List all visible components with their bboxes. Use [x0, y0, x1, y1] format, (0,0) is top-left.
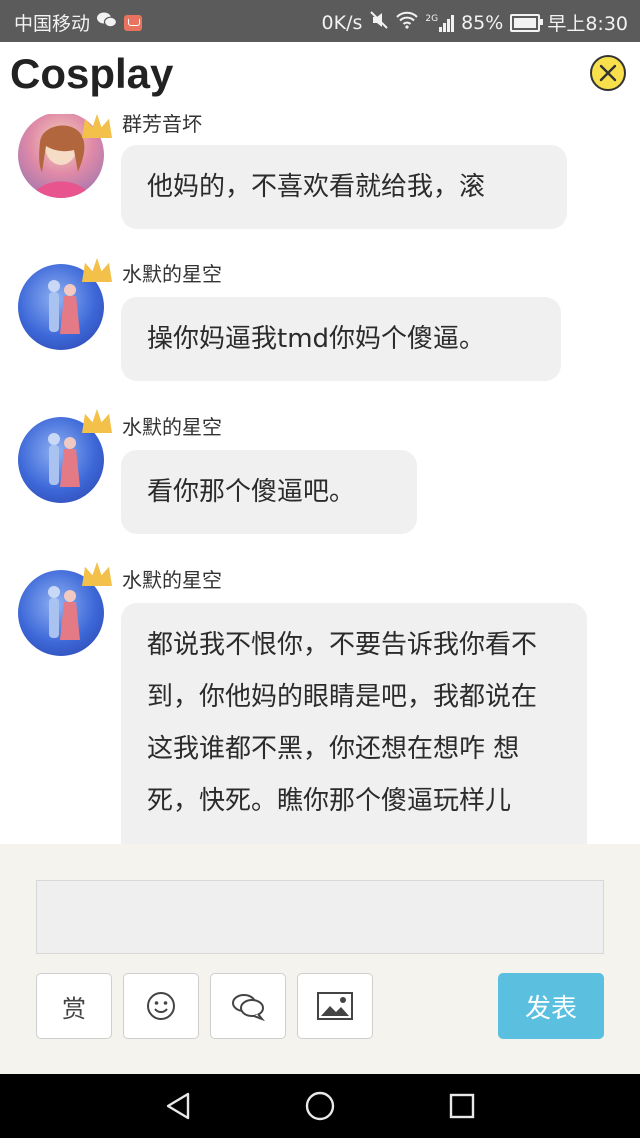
network-type-label: 2G: [425, 13, 439, 24]
battery-percent: 85%: [461, 11, 504, 34]
comment-input[interactable]: [36, 880, 604, 954]
wechat-icon: [96, 11, 118, 34]
emoji-button[interactable]: [123, 973, 199, 1039]
close-icon: [599, 64, 617, 82]
message-bubble: 他妈的，不喜欢看就给我，滚: [121, 145, 567, 229]
composer: 赏 发表: [0, 844, 640, 1074]
crown-icon: [82, 258, 112, 282]
battery-icon: [510, 13, 544, 32]
username[interactable]: 水默的星空: [122, 564, 222, 593]
notification-icon: [124, 14, 143, 31]
image-icon: [317, 992, 353, 1020]
status-bar: 中国移动 0K/s 2G 85% 早上8:30: [0, 0, 640, 42]
speed-label: 0K/s: [321, 11, 363, 34]
username[interactable]: 群芳音坏: [122, 114, 202, 137]
mute-icon: [369, 10, 389, 35]
close-button[interactable]: [590, 55, 626, 91]
message-bubble: 都说我不恨你，不要告诉我你看不到，你他妈的眼睛是吧，我都说在这我谁都不黑，你还想…: [121, 603, 587, 844]
crown-icon: [82, 409, 112, 433]
carrier-label: 中国移动: [14, 13, 91, 35]
recent-apps-button[interactable]: [444, 1088, 480, 1124]
comment-button[interactable]: [210, 973, 286, 1039]
reward-button[interactable]: 赏: [36, 973, 112, 1039]
username[interactable]: 水默的星空: [122, 411, 222, 440]
chat-bubbles-icon: [232, 994, 265, 1021]
system-nav-bar: [0, 1074, 640, 1138]
chat-list[interactable]: 群芳音坏 他妈的，不喜欢看就给我，滚 水默的星空 操你妈逼我tmd你妈个傻逼。 …: [0, 114, 640, 844]
username[interactable]: 水默的星空: [122, 258, 222, 287]
signal-icon: 2G: [425, 13, 455, 32]
crown-icon: [82, 562, 112, 586]
back-button[interactable]: [160, 1088, 196, 1124]
image-button[interactable]: [297, 973, 373, 1039]
reward-label: 赏: [62, 994, 86, 1023]
message-bubble: 看你那个傻逼吧。: [121, 450, 417, 534]
send-label: 发表: [524, 993, 577, 1024]
smiley-icon: [147, 992, 175, 1020]
crown-icon: [82, 114, 112, 138]
recent-square-icon: [449, 1093, 475, 1119]
header: Cosplay: [0, 42, 640, 114]
send-button[interactable]: 发表: [498, 973, 604, 1039]
back-triangle-icon: [166, 1092, 190, 1120]
home-button[interactable]: [302, 1088, 338, 1124]
wifi-icon: [396, 11, 419, 34]
message-bubble: 操你妈逼我tmd你妈个傻逼。: [121, 297, 561, 381]
home-circle-icon: [305, 1091, 335, 1121]
page-title: Cosplay: [10, 50, 174, 97]
clock: 早上8:30: [547, 13, 628, 35]
